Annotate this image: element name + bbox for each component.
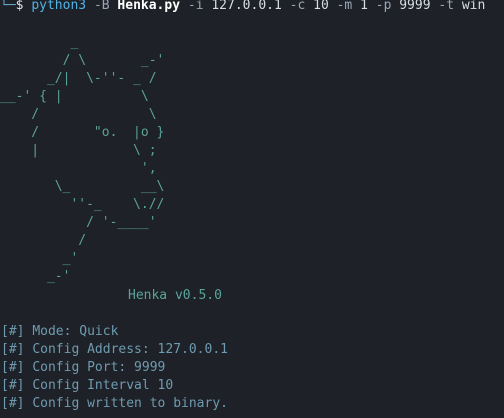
log-line: [#] Config Interval 10 <box>1 377 228 395</box>
flag-t: -t <box>438 0 455 13</box>
log-line: [#] Config Port: 9999 <box>1 359 228 377</box>
arg-ip: 127.0.0.1 <box>211 0 282 13</box>
terminal-window[interactable]: └─$ python3 -B Henka.py -i 127.0.0.1 -c … <box>0 0 504 418</box>
log-message: Config Interval 10 <box>32 378 174 393</box>
command-program: python3 <box>31 0 87 13</box>
ascii-art-banner: _ / \ _-' _/| \-''- _ / __-' { | \ / \ /… <box>0 35 165 284</box>
flag-i: -i <box>187 0 204 13</box>
flag-p: -p <box>375 0 392 13</box>
log-line: [#] Mode: Quick <box>1 323 228 341</box>
log-line: [#] Config Address: 127.0.0.1 <box>1 341 228 359</box>
arg-target: win <box>461 0 486 13</box>
version-label: Henka v0.5.0 <box>128 288 222 303</box>
log-tag: [#] <box>1 324 25 339</box>
log-message: Config written to binary. <box>32 396 228 411</box>
log-tag: [#] <box>1 342 25 357</box>
arg-port: 9999 <box>399 0 431 13</box>
flag-b: -B <box>93 0 110 13</box>
flag-c: -c <box>289 0 306 13</box>
log-tag: [#] <box>1 378 25 393</box>
arg-mode: 1 <box>360 0 368 13</box>
log-line: [#] Config written to binary. <box>1 395 228 413</box>
command-prompt-line: └─$ python3 -B Henka.py -i 127.0.0.1 -c … <box>0 0 485 15</box>
log-message: Mode: Quick <box>32 324 119 339</box>
flag-m: -m <box>336 0 353 13</box>
log-message: Config Port: 9999 <box>32 360 166 375</box>
log-output: [#] Mode: Quick [#] Config Address: 127.… <box>1 323 228 413</box>
prompt-corner: └─ <box>0 0 16 13</box>
prompt-dollar: $ <box>15 0 24 13</box>
log-message: Config Address: 127.0.0.1 <box>32 342 228 357</box>
log-tag: [#] <box>1 396 25 411</box>
log-tag: [#] <box>1 360 25 375</box>
command-script: Henka.py <box>117 0 181 13</box>
arg-count: 10 <box>313 0 329 13</box>
